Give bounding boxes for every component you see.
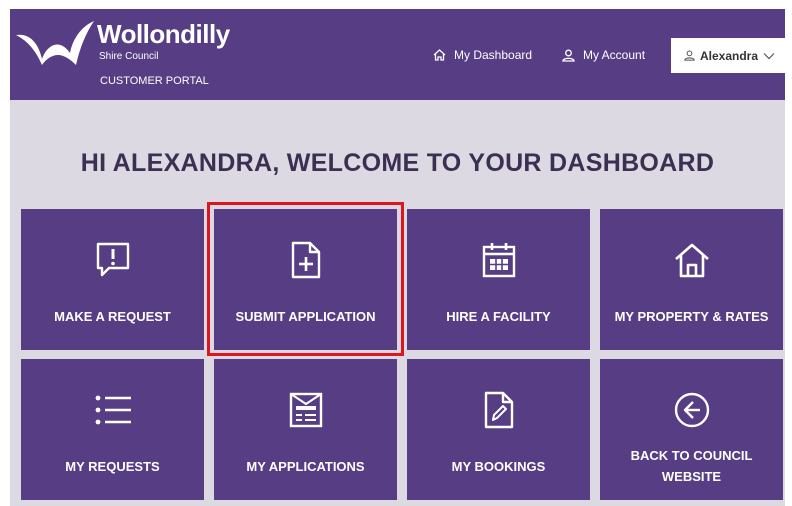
tile-submit-application[interactable]: SUBMIT APPLICATION bbox=[214, 209, 397, 350]
tile-label: MY APPLICATIONS bbox=[246, 458, 365, 474]
document-plus-icon bbox=[291, 241, 320, 279]
chevron-down-icon bbox=[763, 52, 775, 59]
home-icon bbox=[433, 49, 446, 61]
house-icon bbox=[674, 243, 709, 278]
user-menu-button[interactable]: Alexandra bbox=[671, 38, 785, 73]
welcome-heading: HI ALEXANDRA, WELCOME TO YOUR DASHBOARD bbox=[80, 149, 715, 177]
calendar-icon bbox=[482, 243, 515, 278]
council-logo[interactable]: Wollondilly Shire Council CUSTOMER PORTA… bbox=[14, 15, 234, 95]
list-icon bbox=[95, 395, 131, 425]
portal-label: CUSTOMER PORTAL bbox=[100, 75, 209, 87]
speech-bubble-exclamation-icon bbox=[96, 242, 129, 277]
document-pen-icon bbox=[484, 391, 513, 429]
portal-page: Wollondilly Shire Council CUSTOMER PORTA… bbox=[10, 9, 785, 506]
tile-my-requests[interactable]: MY REQUESTS bbox=[21, 359, 204, 500]
tile-label: HIRE A FACILITY bbox=[446, 308, 551, 324]
tile-label: MY BOOKINGS bbox=[451, 458, 546, 474]
arrow-left-circle-icon bbox=[674, 392, 709, 428]
brand-subtitle: Shire Council bbox=[99, 51, 159, 62]
nav-account-label: My Account bbox=[583, 48, 646, 62]
header-bar: Wollondilly Shire Council CUSTOMER PORTA… bbox=[10, 9, 785, 100]
tile-my-property-rates[interactable]: MY PROPERTY & RATES bbox=[600, 209, 783, 350]
form-document-icon bbox=[289, 392, 322, 428]
tile-my-applications[interactable]: MY APPLICATIONS bbox=[214, 359, 397, 500]
wollondilly-logo-icon bbox=[16, 21, 94, 65]
user-icon bbox=[562, 49, 575, 62]
tile-my-bookings[interactable]: MY BOOKINGS bbox=[407, 359, 590, 500]
user-icon bbox=[684, 50, 695, 61]
tile-back-to-council-website[interactable]: BACK TO COUNCIL WEBSITE bbox=[600, 359, 783, 500]
nav-my-account[interactable]: My Account bbox=[562, 46, 645, 64]
nav-dashboard-label: My Dashboard bbox=[454, 48, 533, 62]
tile-label: MY REQUESTS bbox=[65, 458, 160, 474]
tile-label: MY PROPERTY & RATES bbox=[614, 308, 769, 324]
tile-make-a-request[interactable]: MAKE A REQUEST bbox=[21, 209, 204, 350]
tile-label: BACK TO COUNCIL WEBSITE bbox=[630, 448, 753, 484]
user-name: Alexandra bbox=[699, 48, 759, 63]
tile-hire-a-facility[interactable]: HIRE A FACILITY bbox=[407, 209, 590, 350]
brand-name: Wollondilly bbox=[97, 19, 230, 49]
tile-label: SUBMIT APPLICATION bbox=[235, 308, 376, 324]
nav-my-dashboard[interactable]: My Dashboard bbox=[433, 46, 532, 64]
tile-label: MAKE A REQUEST bbox=[54, 308, 171, 324]
